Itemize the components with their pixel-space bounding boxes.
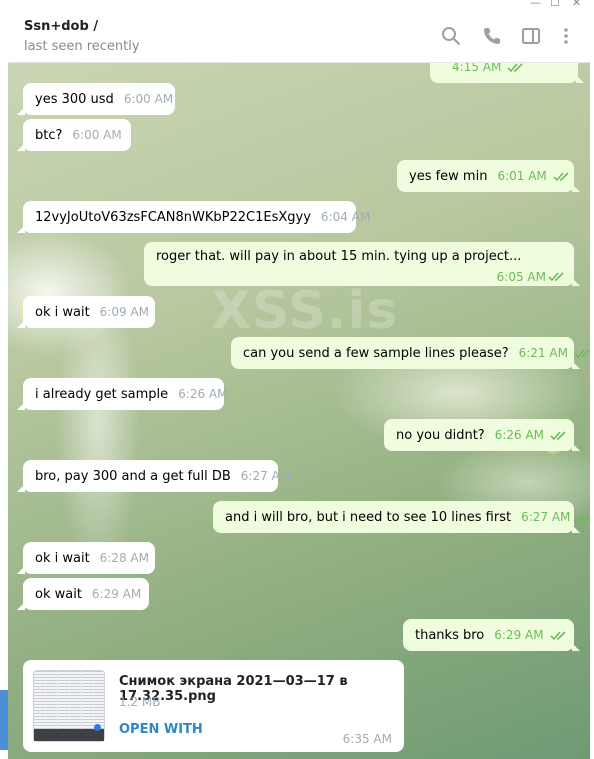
message-time: 6:35 AM (342, 732, 392, 746)
read-check-icon (568, 346, 590, 361)
incoming-message[interactable]: bro, pay 300 and a get full DB 6:27 AM (17, 460, 290, 492)
file-name: Снимок экрана 2021—03—17 в 17.32.35.png (119, 674, 348, 704)
incoming-message[interactable]: ok wait 6:29 AM (17, 578, 149, 610)
message-text: ok wait (35, 587, 82, 602)
thumbnail-dot (94, 724, 101, 731)
message-text: yes few min (409, 169, 488, 184)
message-text: and i will bro, but i need to see 10 lin… (225, 510, 512, 525)
message-time: 6:21 AM (518, 346, 568, 360)
message-text: ok i wait (35, 305, 90, 320)
bubble-tail (572, 184, 580, 192)
outgoing-message[interactable]: thanks bro 6:29 AM (403, 619, 580, 651)
bubble-tail (576, 75, 584, 83)
message-time: 6:28 AM (99, 551, 149, 565)
bubble-tail (17, 143, 25, 151)
read-check-icon (542, 262, 566, 292)
incoming-message[interactable]: btc? 6:00 AM (17, 119, 131, 151)
bubble-tail (572, 278, 580, 286)
sidebar-toggle-icon[interactable] (521, 26, 541, 46)
message-text: 12vyJoUtoV63zsFCAN8nWKbP22C1EsXgyy (35, 210, 311, 225)
close-icon[interactable]: ✕ (572, 0, 581, 9)
message-time: 6:26 AM (178, 387, 228, 401)
message-time: 4:15 AM (452, 63, 502, 74)
message-time: 6:26 AM (494, 428, 545, 442)
bubble-tail (17, 484, 25, 492)
incoming-message[interactable]: yes 300 usd 6:00 AM (17, 83, 175, 115)
bubble-tail (17, 107, 25, 115)
bubble-tail (17, 402, 25, 410)
message-text: i already get sample (35, 387, 169, 402)
read-check-icon (544, 428, 568, 443)
file-size: 1.2 MB (119, 695, 161, 709)
message-text: roger that. will pay in about 15 min. ty… (156, 249, 522, 264)
chat-header: Ssn+dob / last seen recently (8, 9, 590, 63)
thumbnail-taskbar (34, 729, 104, 741)
file-message[interactable]: Снимок экрана 2021—03—17 в 17.32.35.png … (23, 660, 404, 752)
outgoing-message[interactable]: and i will bro, but i need to see 10 lin… (213, 501, 590, 533)
message-time: 6:29 AM (494, 628, 544, 642)
chat-title[interactable]: Ssn+dob / (24, 19, 98, 34)
minimize-icon[interactable]: — (530, 0, 541, 9)
message-time: 6:29 AM (91, 587, 142, 601)
bubble-tail (17, 602, 25, 610)
message-time: 6:01 AM (497, 169, 547, 183)
outgoing-message[interactable]: 4:15 AM (430, 63, 584, 83)
bubble-tail (572, 525, 580, 533)
left-window-edge (0, 63, 8, 759)
bubble-tail (17, 320, 25, 328)
read-check-icon (570, 510, 590, 525)
message-time: 6:05 AM (496, 270, 546, 284)
incoming-message[interactable]: ok i wait 6:28 AM (17, 542, 155, 574)
read-check-icon (501, 63, 525, 75)
outgoing-message[interactable]: yes few min 6:01 AM (397, 160, 580, 192)
left-blue-accent (0, 690, 8, 750)
bubble-tail (572, 443, 580, 451)
message-text: thanks bro (415, 628, 485, 643)
bubble-tail (572, 361, 580, 369)
incoming-message[interactable]: i already get sample 6:26 AM (17, 378, 228, 410)
message-text: ok i wait (35, 551, 90, 566)
read-check-icon (547, 169, 571, 184)
message-text: btc? (35, 128, 63, 143)
message-text: bro, pay 300 and a get full DB (35, 469, 231, 484)
window-top-strip: — ☐ ✕ (0, 0, 594, 9)
message-text: yes 300 usd (35, 92, 114, 107)
chat-status: last seen recently (24, 39, 140, 54)
bubble-tail (17, 566, 25, 574)
message-time: 6:09 AM (99, 305, 149, 319)
message-time: 6:00 AM (72, 128, 122, 142)
watermark: XSS.is (211, 281, 399, 341)
outgoing-message[interactable]: no you didnt? 6:26 AM (384, 419, 580, 451)
message-text: can you send a few sample lines please? (243, 346, 509, 361)
outgoing-message[interactable]: roger that. will pay in about 15 min. ty… (144, 242, 580, 286)
chat-area[interactable]: XSS.is 4:15 AM yes 300 usd 6:00 AM btc? 6:00… (8, 63, 590, 759)
read-check-icon (544, 628, 568, 643)
file-thumbnail[interactable] (33, 670, 105, 742)
message-time: 6:04 AM (320, 210, 371, 224)
more-vertical-icon[interactable] (556, 26, 576, 46)
message-text: no you didnt? (396, 428, 485, 443)
search-icon[interactable] (441, 26, 461, 46)
open-with-link[interactable]: OPEN WITH (119, 722, 203, 737)
message-time: 6:27 AM (240, 469, 291, 483)
phone-icon[interactable] (482, 26, 502, 46)
outgoing-message[interactable]: can you send a few sample lines please? 6… (231, 337, 590, 369)
incoming-message[interactable]: ok i wait 6:09 AM (17, 296, 155, 328)
message-time: 6:00 AM (123, 92, 174, 106)
right-window-edge (590, 63, 594, 759)
message-time: 6:27 AM (521, 510, 571, 524)
incoming-message[interactable]: 12vyJoUtoV63zsFCAN8nWKbP22C1EsXgyy 6:04 A… (17, 201, 370, 233)
bubble-tail (572, 643, 580, 651)
maximize-icon[interactable]: ☐ (550, 0, 560, 9)
bubble-tail (17, 225, 25, 233)
